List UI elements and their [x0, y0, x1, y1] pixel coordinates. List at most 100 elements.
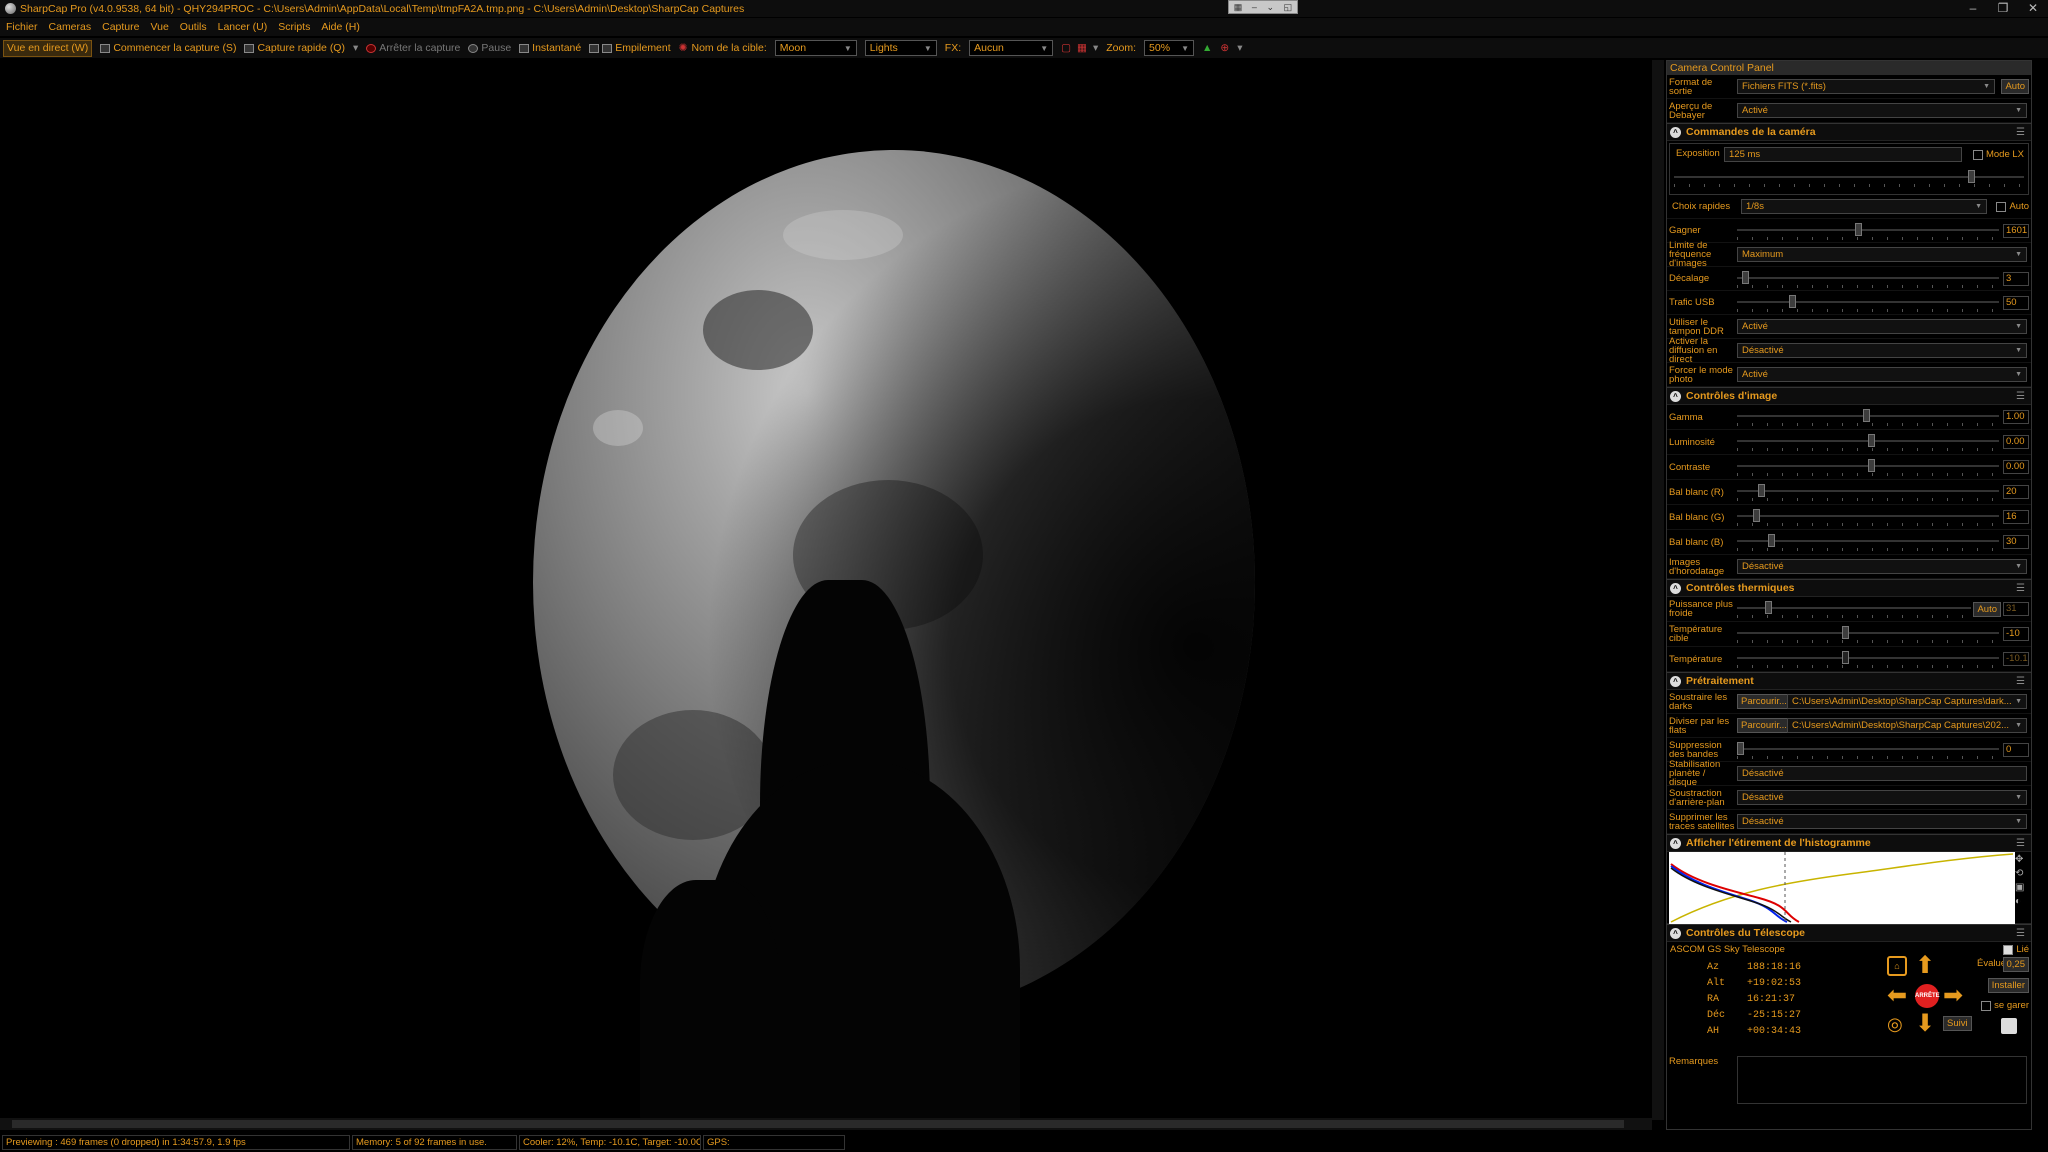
gain-slider[interactable]	[1737, 223, 1999, 236]
pause-button[interactable]: Pause	[468, 40, 511, 57]
start-capture-button[interactable]: Commencer la capture (S)	[100, 40, 236, 57]
exposure-input[interactable]: 125 ms	[1724, 147, 1962, 162]
preprocessing-section[interactable]: ^ Prétraitement ☰	[1667, 672, 2031, 690]
chevron-down-icon[interactable]: ▾	[353, 42, 358, 54]
output-format-select[interactable]: Fichiers FITS (*.fits) ▼	[1737, 79, 1995, 94]
rate-select[interactable]: 0,25	[2002, 957, 2029, 972]
banding-slider[interactable]	[1737, 742, 1999, 755]
slider-knob[interactable]	[1789, 295, 1797, 308]
gamma-value[interactable]: 1.00	[2003, 410, 2029, 424]
slider-knob[interactable]	[1768, 534, 1776, 547]
thermal-controls-section[interactable]: ^ Contrôles thermiques ☰	[1667, 579, 2031, 597]
telescope-section[interactable]: ^ Contrôles du Télescope ☰	[1667, 924, 2031, 942]
reset-icon[interactable]: ⟲	[2015, 868, 2029, 879]
collapse-icon[interactable]: ^	[1670, 675, 1681, 687]
arrow-down-button[interactable]: ⬇	[1915, 1012, 1935, 1036]
quick-auto-checkbox[interactable]: Auto	[1996, 201, 2029, 212]
image-viewport[interactable]	[0, 60, 1652, 1120]
gamma-slider[interactable]	[1737, 409, 1999, 422]
bg-sub-select[interactable]: Désactivé ▼	[1737, 790, 2027, 805]
menu-capture[interactable]: Capture	[102, 21, 139, 33]
stacking-button[interactable]: Empilement	[589, 40, 671, 57]
home-icon[interactable]: ⌂	[1887, 956, 1907, 976]
menu-icon[interactable]: ☰	[2016, 391, 2025, 402]
offset-slider[interactable]	[1737, 271, 1999, 284]
zoom-select[interactable]: 50% ▼	[1144, 40, 1195, 56]
slider-knob[interactable]	[1868, 459, 1875, 472]
wb-g-slider[interactable]	[1737, 509, 1999, 522]
minus-icon[interactable]: –	[1252, 2, 1257, 12]
moon-phase-icon[interactable]	[2001, 1018, 2017, 1034]
ddr-select[interactable]: Activé ▼	[1737, 319, 2027, 334]
timestamp-select[interactable]: Désactivé ▼	[1737, 559, 2027, 574]
menu-vue[interactable]: Vue	[150, 21, 168, 33]
contrast-icon[interactable]: ◐	[2015, 896, 2029, 907]
collapse-icon[interactable]: ^	[1670, 927, 1681, 939]
save-icon[interactable]: ▣	[2015, 882, 2029, 893]
cooler-value[interactable]: 31	[2003, 602, 2029, 616]
quick-capture-button[interactable]: Capture rapide (Q) ▾	[244, 40, 358, 57]
wb-b-value[interactable]: 30	[2003, 535, 2029, 549]
fps-limit-select[interactable]: Maximum ▼	[1737, 247, 2027, 262]
maximize-button[interactable]: ❐	[1988, 0, 2018, 17]
slider-knob[interactable]	[1868, 434, 1875, 447]
track-button[interactable]: Suivi	[1943, 1016, 1972, 1031]
vertical-scrollbar[interactable]	[1652, 60, 1664, 1120]
output-format-auto-button[interactable]: Auto	[2001, 79, 2029, 94]
offset-value[interactable]: 3	[2003, 271, 2029, 286]
cooler-auto-button[interactable]: Auto	[1973, 601, 2001, 617]
chevron-down-icon[interactable]: ▾	[1237, 42, 1242, 54]
quick-choice-select[interactable]: 1/8s ▼	[1741, 199, 1987, 214]
slider-knob[interactable]	[1841, 626, 1849, 639]
wb-b-slider[interactable]	[1737, 534, 1999, 547]
histogram-plot[interactable]	[1669, 852, 2015, 924]
menu-icon[interactable]: ☰	[2016, 838, 2025, 849]
camera-controls-section[interactable]: ^ Commandes de la caméra ☰	[1667, 123, 2031, 141]
restore-icon[interactable]: ◱	[1284, 2, 1293, 13]
contrast-value[interactable]: 0.00	[2003, 460, 2029, 474]
slider-knob[interactable]	[1968, 170, 1975, 183]
grid-icon[interactable]: ▦	[1234, 2, 1243, 13]
slider-knob[interactable]	[1737, 742, 1744, 755]
image-controls-section[interactable]: ^ Contrôles d'image ☰	[1667, 387, 2031, 405]
collapse-icon[interactable]: ^	[1670, 126, 1681, 138]
telescope-link-checkbox[interactable]: Lié	[2003, 944, 2029, 955]
roi-tools[interactable]: ▢ ▦ ▾	[1061, 40, 1098, 57]
slider-knob[interactable]	[1757, 484, 1765, 497]
chevron-down-icon[interactable]: ⌄	[1267, 2, 1275, 13]
arrow-left-button[interactable]: ⬅	[1887, 984, 1907, 1008]
fx-select[interactable]: Aucun ▼	[969, 40, 1054, 56]
checkbox[interactable]	[1981, 1000, 1992, 1011]
gain-value[interactable]: 1601	[2003, 223, 2029, 238]
wb-r-slider[interactable]	[1737, 484, 1999, 497]
menu-icon[interactable]: ☰	[2016, 928, 2025, 939]
usb-slider[interactable]	[1737, 295, 1999, 308]
target-select[interactable]: Moon ▼	[774, 40, 857, 56]
selection-icon[interactable]: ▢	[1061, 42, 1071, 54]
snapshot-button[interactable]: Instantané	[519, 40, 581, 57]
chevron-down-icon[interactable]: ▾	[1093, 42, 1098, 54]
banding-value[interactable]: 0	[2003, 742, 2029, 757]
horizontal-scrollbar[interactable]	[0, 1118, 1652, 1130]
grid-overlay-icon[interactable]: ▦	[1077, 42, 1087, 54]
cooler-slider[interactable]	[1737, 601, 1971, 614]
slider-knob[interactable]	[1765, 601, 1773, 614]
frame-type-select[interactable]: Lights ▼	[864, 40, 937, 56]
slider-knob[interactable]	[1752, 509, 1760, 522]
remarks-input[interactable]	[1737, 1056, 2027, 1104]
target-temp-value[interactable]: -10	[2003, 627, 2029, 641]
floating-toolbar-widget[interactable]: ▦ – ⌄ ◱	[1228, 0, 1298, 14]
install-button[interactable]: Installer	[1987, 978, 2029, 993]
satellite-select[interactable]: Désactivé ▼	[1737, 814, 2027, 829]
flats-browse-button[interactable]: Parcourir...	[1737, 718, 1791, 733]
histogram-icon[interactable]: ▲	[1202, 42, 1212, 54]
collapse-icon[interactable]: ^	[1670, 390, 1681, 402]
stabilize-select[interactable]: Désactivé	[1737, 766, 2027, 781]
brightness-slider[interactable]	[1737, 434, 1999, 447]
slider-knob[interactable]	[1862, 409, 1870, 422]
darks-path-select[interactable]: C:\Users\Admin\Desktop\SharpCap Captures…	[1787, 694, 2027, 709]
menu-lancer[interactable]: Lancer (U)	[218, 21, 268, 33]
collapse-icon[interactable]: ^	[1670, 837, 1681, 849]
live-stream-select[interactable]: Désactivé ▼	[1737, 343, 2027, 358]
flats-path-select[interactable]: C:\Users\Admin\Desktop\SharpCap Captures…	[1787, 718, 2027, 733]
